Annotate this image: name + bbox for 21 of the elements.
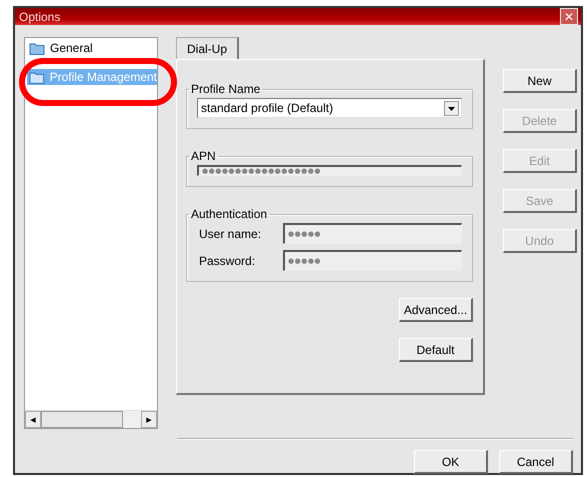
group-title: Profile Name [190, 82, 262, 96]
side-button[interactable]: New [503, 69, 577, 93]
footer-button[interactable]: OK [414, 450, 488, 474]
group-title: Authentication [190, 207, 268, 221]
panel-button[interactable]: Advanced... [399, 298, 473, 322]
tree-item[interactable]: General [27, 40, 157, 56]
caret-icon [444, 100, 459, 116]
close-button[interactable]: ✕ [560, 8, 578, 25]
folder-icon [29, 42, 45, 54]
group-title: APN [190, 149, 217, 163]
folder-icon [29, 70, 45, 84]
scroll-thumb[interactable] [41, 411, 123, 428]
field-label: User name: [198, 226, 262, 240]
profile-dropdown[interactable]: standard profile (Default) [197, 98, 462, 118]
tree-item-label: Profile Management [50, 70, 157, 84]
field-label: Password: [198, 254, 256, 268]
footer-button[interactable]: Cancel [499, 450, 573, 474]
tab[interactable]: Dial-Up [176, 37, 240, 59]
panel-button[interactable]: Default [399, 338, 473, 362]
window-title: Options [19, 10, 60, 24]
tree-item-label: General [50, 41, 93, 55]
